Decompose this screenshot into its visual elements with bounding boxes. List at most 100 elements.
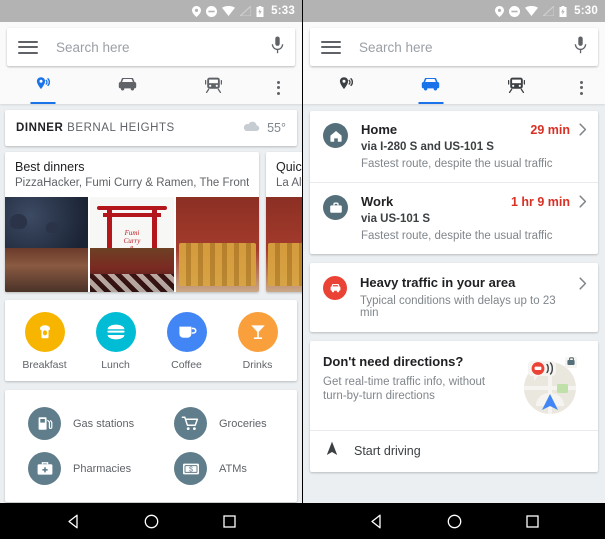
place-cards-carousel[interactable]: Best dinners PizzaHacker, Fumi Curry & R… — [5, 152, 302, 292]
battery-icon — [256, 5, 264, 17]
status-bar-left: 5:33 — [0, 0, 302, 22]
chevron-right-icon[interactable] — [579, 277, 587, 290]
service-atms[interactable]: $ ATMs — [151, 446, 297, 491]
menu-icon[interactable] — [321, 40, 341, 54]
overflow-menu-left[interactable] — [256, 71, 302, 104]
more-vertical-icon — [580, 80, 584, 95]
place-card-header-partial: Quick La Alt — [266, 152, 302, 197]
promo-text: Don't need directions? Get real-time tra… — [323, 354, 506, 416]
home-icon[interactable] — [446, 513, 463, 530]
location-pin-icon — [495, 5, 505, 17]
house-icon — [323, 123, 348, 148]
driving-mode-promo-card: Don't need directions? Get real-time tra… — [310, 341, 598, 472]
tab-driving-right[interactable] — [388, 71, 473, 104]
android-nav-bar-left — [0, 503, 302, 539]
category-breakfast[interactable]: Breakfast — [9, 312, 80, 371]
traffic-alert-body: Heavy traffic in your area Typical condi… — [360, 275, 557, 319]
right-phone-driving-screen: 5:30 Search here Home 29 min via I-280 S… — [303, 0, 605, 539]
place-card-title-partial: Quick — [276, 160, 302, 174]
shopping-cart-icon — [174, 407, 207, 440]
status-bar-right: 5:30 — [303, 0, 605, 22]
category-coffee[interactable]: Coffee — [151, 312, 222, 371]
neighborhood-label: BERNAL HEIGHTS — [67, 122, 175, 134]
search-input-left[interactable] — [56, 39, 271, 55]
signal-off-icon — [240, 6, 252, 16]
route-via: via I-280 S and US-101 S — [361, 141, 494, 153]
promo-subtitle: Get real-time traffic info, without turn… — [323, 376, 486, 402]
do-not-disturb-icon — [206, 5, 218, 17]
chevron-right-icon[interactable] — [579, 195, 587, 208]
weather-summary: 55° — [243, 119, 286, 137]
android-nav-bar-right — [303, 503, 605, 539]
start-driving-button[interactable]: Start driving — [310, 430, 598, 472]
start-driving-label: Start driving — [354, 444, 421, 458]
search-input-right[interactable] — [359, 39, 574, 55]
burger-icon — [95, 312, 136, 352]
traffic-car-alert-icon — [323, 276, 347, 300]
recents-icon[interactable] — [525, 514, 540, 529]
train-icon — [507, 77, 525, 98]
context-header-card[interactable]: DINNER BERNAL HEIGHTS 55° — [5, 110, 297, 146]
car-icon — [118, 77, 137, 97]
traffic-alert-row[interactable]: Heavy traffic in your area Typical condi… — [310, 263, 598, 332]
driving-content: Home 29 min via I-280 S and US-101 S Fas… — [303, 104, 605, 503]
microphone-icon[interactable] — [271, 36, 284, 59]
service-groceries[interactable]: Groceries — [151, 401, 297, 446]
back-icon[interactable] — [65, 513, 82, 530]
temperature-label: 55° — [267, 121, 286, 135]
category-drinks[interactable]: Drinks — [222, 312, 293, 371]
tab-explore-right[interactable] — [303, 71, 388, 104]
back-icon[interactable] — [368, 513, 385, 530]
home-icon[interactable] — [143, 513, 160, 530]
place-pin-icon — [34, 76, 52, 99]
microphone-icon[interactable] — [574, 36, 587, 59]
more-vertical-icon — [277, 80, 281, 95]
category-lunch[interactable]: Lunch — [80, 312, 151, 371]
train-icon — [204, 77, 222, 98]
category-label: Coffee — [171, 359, 202, 371]
route-duration: 29 min — [530, 122, 570, 137]
tab-driving-left[interactable] — [85, 71, 170, 104]
overflow-menu-right[interactable] — [559, 71, 605, 104]
tab-transit-left[interactable] — [171, 71, 256, 104]
location-pin-icon — [192, 5, 202, 17]
place-card[interactable]: Best dinners PizzaHacker, Fumi Curry & R… — [5, 152, 259, 292]
search-bar-right[interactable] — [310, 28, 598, 66]
search-bar-container-right — [303, 22, 605, 71]
place-card-photos-partial — [266, 197, 302, 292]
service-pharmacies[interactable]: Pharmacies — [5, 446, 151, 491]
menu-icon[interactable] — [18, 40, 38, 54]
pharmacy-cross-icon — [28, 452, 61, 485]
wifi-icon — [222, 6, 236, 16]
route-row-work[interactable]: Work 1 hr 9 min via US-101 S Fastest rou… — [310, 182, 598, 254]
cocktail-icon — [237, 312, 278, 352]
ramen-bar-photo — [90, 248, 174, 292]
search-bar-left[interactable] — [7, 28, 295, 66]
service-gas-stations[interactable]: Gas stations — [5, 401, 151, 446]
meal-label: DINNER — [16, 122, 64, 134]
tab-explore-left[interactable] — [0, 71, 85, 104]
briefcase-icon — [323, 195, 348, 220]
category-label: Drinks — [242, 359, 273, 371]
banknote-icon: $ — [174, 452, 207, 485]
service-label: Groceries — [219, 417, 267, 430]
tab-transit-right[interactable] — [474, 71, 559, 104]
context-header-text: DINNER BERNAL HEIGHTS — [16, 122, 175, 134]
chevron-right-icon[interactable] — [579, 123, 587, 136]
promo-title: Don't need directions? — [323, 354, 464, 369]
route-duration: 1 hr 9 min — [510, 194, 570, 209]
meal-categories-card: Breakfast Lunch Coffee Drinks — [5, 300, 297, 381]
route-body-work: Work 1 hr 9 min via US-101 S Fastest rou… — [361, 194, 587, 242]
route-note: Fastest route, despite the usual traffic — [361, 158, 553, 170]
gas-pump-icon — [28, 407, 61, 440]
status-bar-clock: 5:30 — [574, 5, 598, 17]
place-pin-icon — [337, 76, 355, 99]
place-card-partial[interactable]: Quick La Alt — [266, 152, 302, 292]
recents-icon[interactable] — [222, 514, 237, 529]
partial-photo — [266, 197, 302, 292]
promo-row: Don't need directions? Get real-time tra… — [310, 341, 598, 430]
route-row-home[interactable]: Home 29 min via I-280 S and US-101 S Fas… — [310, 111, 598, 182]
route-name: Home — [361, 122, 398, 137]
traffic-alert-card[interactable]: Heavy traffic in your area Typical condi… — [310, 263, 598, 332]
saved-routes-card: Home 29 min via I-280 S and US-101 S Fas… — [310, 111, 598, 254]
